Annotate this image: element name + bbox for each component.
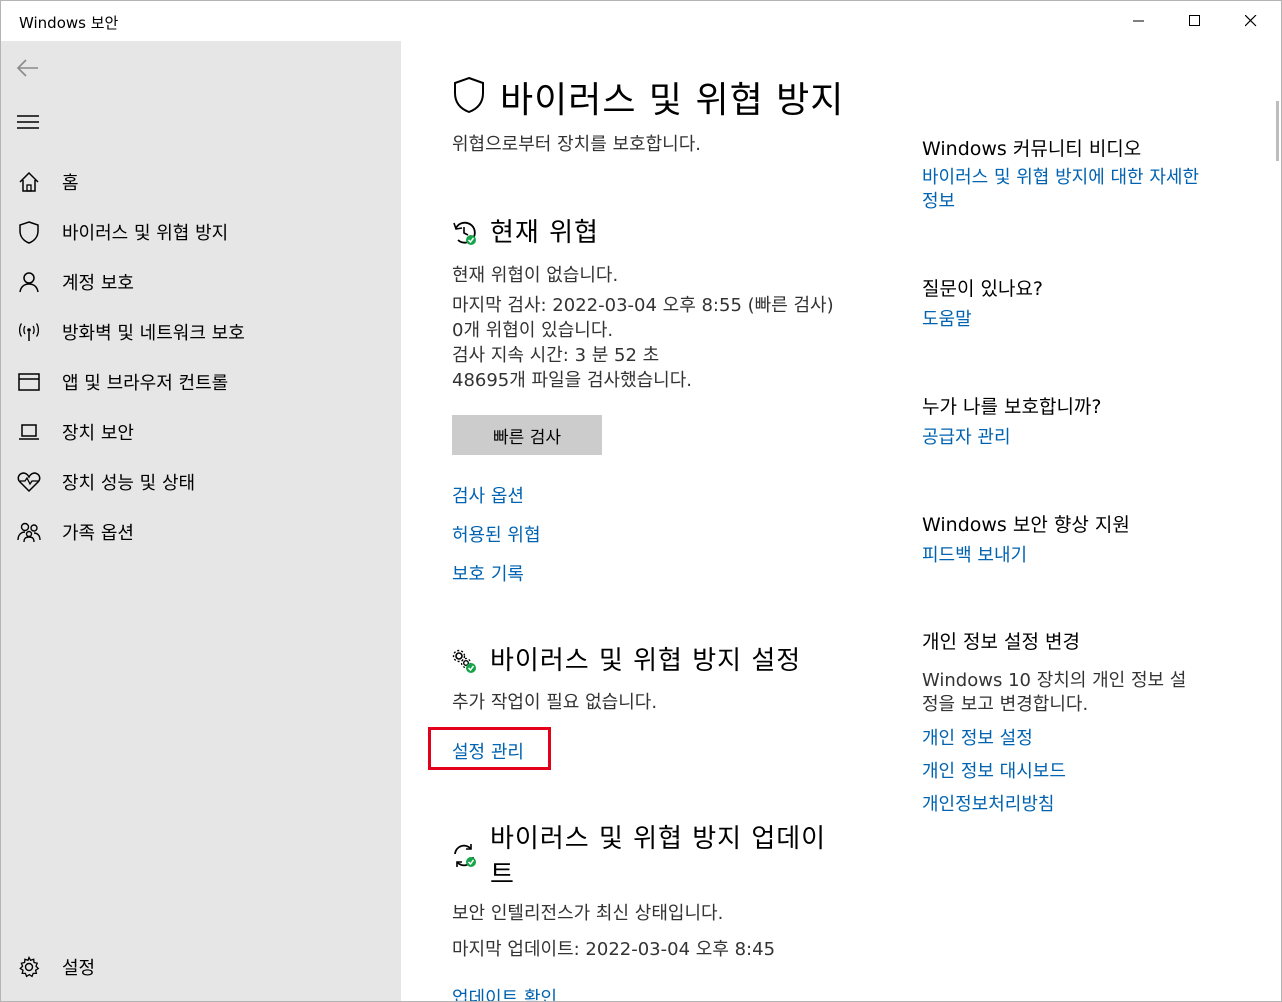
maximize-button[interactable] xyxy=(1167,1,1223,41)
sidebar-item-label: 계정 보호 xyxy=(62,273,134,294)
maximize-icon xyxy=(1189,15,1200,26)
updates-status: 보안 인텔리전스가 최신 상태입니다. xyxy=(452,903,724,924)
current-threats-header: 현재 위협 xyxy=(452,215,599,251)
updates-title: 바이러스 및 위협 방지 업데이 트 xyxy=(490,821,826,893)
allowed-threats-link[interactable]: 허용된 위협 xyxy=(452,521,541,547)
sidebar-item-label: 홈 xyxy=(62,173,79,194)
quick-scan-button[interactable]: 빠른 검사 xyxy=(452,415,602,455)
sidebar-item-label: 장치 보안 xyxy=(62,423,134,444)
send-feedback-link[interactable]: 피드백 보내기 xyxy=(922,544,1027,568)
updates-title-line2: 트 xyxy=(490,860,515,890)
question-heading: 질문이 있나요? xyxy=(922,278,1044,300)
sidebar-item-settings[interactable]: 설정 xyxy=(1,945,401,989)
minimize-button[interactable] xyxy=(1111,1,1167,41)
sidebar-item-account-protection[interactable]: 계정 보호 xyxy=(1,260,401,304)
privacy-description-line1: Windows 10 장치의 개인 정보 설 xyxy=(922,670,1187,691)
current-threats-title: 현재 위협 xyxy=(490,218,599,248)
scan-options-link[interactable]: 검사 옵션 xyxy=(452,482,524,508)
sidebar: 홈 바이러스 및 위협 방지 계정 보호 방화벽 및 네트워크 보호 앱 및 브… xyxy=(1,41,401,1001)
sidebar-item-label: 설정 xyxy=(62,958,96,979)
privacy-dashboard-link[interactable]: 개인 정보 대시보드 xyxy=(922,760,1066,784)
page-header: 바이러스 및 위협 방지 xyxy=(452,71,844,123)
sidebar-item-label: 가족 옵션 xyxy=(62,523,134,544)
privacy-description: Windows 10 장치의 개인 정보 설 정을 보고 변경합니다. xyxy=(922,669,1222,717)
manage-settings-link[interactable]: 설정 관리 xyxy=(452,738,524,764)
close-button[interactable] xyxy=(1223,1,1279,41)
learn-more-link[interactable]: 바이러스 및 위협 방지에 대한 자세한 정보 xyxy=(922,166,1199,214)
minimize-icon xyxy=(1133,20,1144,22)
gears-check-icon xyxy=(452,649,478,679)
hamburger-icon xyxy=(17,115,39,129)
manage-providers-link[interactable]: 공급자 관리 xyxy=(922,426,1011,450)
protector-heading: 누가 나를 보호합니까? xyxy=(922,396,1102,418)
last-scan-line: 마지막 검사: 2022-03-04 오후 8:55 (빠른 검사) xyxy=(452,295,834,316)
menu-button[interactable] xyxy=(13,107,43,137)
home-icon xyxy=(16,169,42,195)
heart-pulse-icon xyxy=(16,469,42,495)
page-subtitle: 위협으로부터 장치를 보호합니다. xyxy=(452,134,702,155)
shield-icon xyxy=(16,219,42,245)
gear-icon xyxy=(16,954,42,980)
threat-status-line: 현재 위협이 없습니다. xyxy=(452,265,619,286)
laptop-icon xyxy=(16,419,42,445)
sidebar-item-firewall[interactable]: 방화벽 및 네트워크 보호 xyxy=(1,310,401,354)
shield-icon xyxy=(452,76,486,118)
sidebar-item-device-security[interactable]: 장치 보안 xyxy=(1,410,401,454)
scrollbar[interactable] xyxy=(1276,101,1279,161)
protection-settings-title: 바이러스 및 위협 방지 설정 xyxy=(490,646,802,676)
refresh-check-icon xyxy=(452,843,478,873)
privacy-heading: 개인 정보 설정 변경 xyxy=(922,631,1080,653)
files-scanned-line: 48695개 파일을 검사했습니다. xyxy=(452,370,693,391)
privacy-settings-link[interactable]: 개인 정보 설정 xyxy=(922,727,1033,751)
browser-window-icon xyxy=(16,369,42,395)
app-window: Windows 보안 홈 바이러스 및 위협 방지 계정 보호 방화벽 및 네트… xyxy=(0,0,1282,1002)
sidebar-item-home[interactable]: 홈 xyxy=(1,160,401,204)
window-title: Windows 보안 xyxy=(19,14,119,32)
protection-history-link[interactable]: 보호 기록 xyxy=(452,560,524,586)
scan-duration-line: 검사 지속 시간: 3 분 52 초 xyxy=(452,345,660,366)
sidebar-item-family-options[interactable]: 가족 옵션 xyxy=(1,510,401,554)
sidebar-item-label: 장치 성능 및 상태 xyxy=(62,473,196,494)
main-content: 바이러스 및 위협 방지 위협으로부터 장치를 보호합니다. 현재 위협 현재 … xyxy=(402,41,1281,1001)
protection-settings-status: 추가 작업이 필요 없습니다. xyxy=(452,692,658,713)
updates-header: 바이러스 및 위협 방지 업데이 트 xyxy=(452,821,826,893)
improve-heading: Windows 보안 향상 지원 xyxy=(922,514,1130,536)
learn-more-link-line2: 정보 xyxy=(922,191,956,212)
sidebar-item-device-performance[interactable]: 장치 성능 및 상태 xyxy=(1,460,401,504)
title-bar: Windows 보안 xyxy=(1,1,1281,41)
back-arrow-icon xyxy=(16,59,38,77)
back-button[interactable] xyxy=(13,53,43,83)
updates-title-line1: 바이러스 및 위협 방지 업데이 xyxy=(490,824,827,854)
sidebar-item-label: 바이러스 및 위협 방지 xyxy=(62,223,229,244)
protection-settings-header: 바이러스 및 위협 방지 설정 xyxy=(452,643,801,679)
help-link[interactable]: 도움말 xyxy=(922,308,972,332)
close-icon xyxy=(1245,15,1257,27)
person-icon xyxy=(16,269,42,295)
last-update-line: 마지막 업데이트: 2022-03-04 오후 8:45 xyxy=(452,939,776,960)
threat-count-line: 0개 위협이 있습니다. xyxy=(452,320,614,341)
history-check-icon xyxy=(452,219,478,251)
privacy-description-line2: 정을 보고 변경합니다. xyxy=(922,694,1089,715)
sidebar-item-label: 앱 및 브라우저 컨트롤 xyxy=(62,373,229,394)
privacy-statement-link[interactable]: 개인정보처리방침 xyxy=(922,793,1054,817)
check-updates-link[interactable]: 업데이트 확인 xyxy=(452,984,557,1001)
sidebar-item-label: 방화벽 및 네트워크 보호 xyxy=(62,323,245,344)
learn-more-link-line1: 바이러스 및 위협 방지에 대한 자세한 xyxy=(922,167,1200,188)
community-video-heading: Windows 커뮤니티 비디오 xyxy=(922,138,1142,160)
page-title: 바이러스 및 위협 방지 xyxy=(500,80,845,121)
sidebar-item-app-browser[interactable]: 앱 및 브라우저 컨트롤 xyxy=(1,360,401,404)
sidebar-item-virus-protection[interactable]: 바이러스 및 위협 방지 xyxy=(1,210,401,254)
wireless-icon xyxy=(16,319,42,345)
family-icon xyxy=(16,519,42,545)
